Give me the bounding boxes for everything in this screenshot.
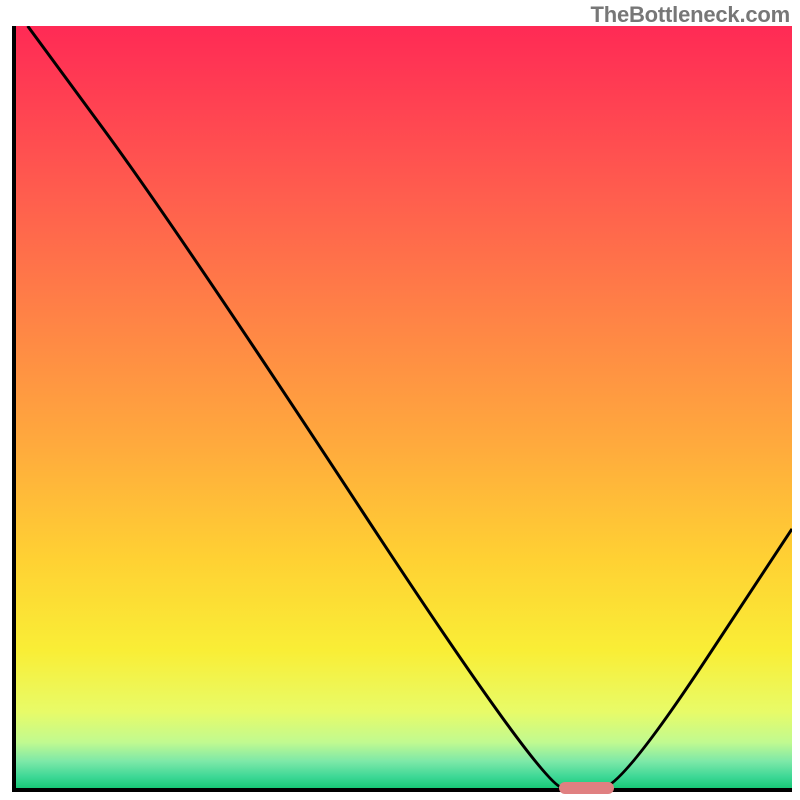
chart-container: TheBottleneck.com [0, 0, 800, 800]
data-curve [16, 26, 792, 788]
plot-area [12, 26, 792, 792]
attribution-text: TheBottleneck.com [590, 2, 790, 28]
optimal-marker [559, 782, 613, 794]
